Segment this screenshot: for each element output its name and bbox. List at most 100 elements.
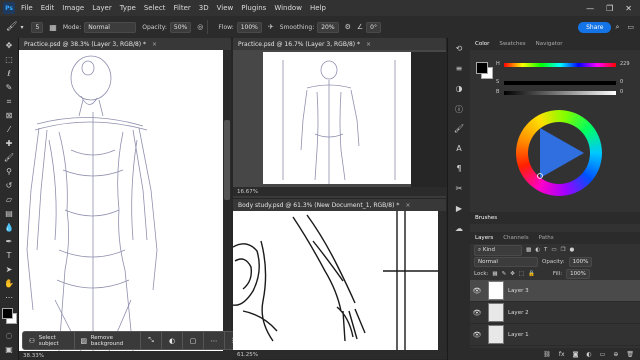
properties-panel-icon[interactable]: ≡ — [452, 64, 466, 78]
menu-image[interactable]: Image — [58, 4, 88, 12]
gradient-tool-icon[interactable]: ▤ — [2, 208, 16, 220]
lasso-tool-icon[interactable]: ℓ — [2, 68, 16, 80]
maximize-button[interactable]: ❐ — [606, 4, 613, 13]
search-icon[interactable]: ⌕ — [615, 23, 619, 32]
saturation-slider[interactable] — [504, 81, 616, 85]
tab-navigator[interactable]: Navigator — [531, 41, 568, 47]
adjustment-button[interactable]: ◐ — [162, 332, 183, 349]
frame-tool-icon[interactable]: ⊠ — [2, 110, 16, 122]
new-layer-icon[interactable]: ⊕ — [613, 351, 618, 358]
menu-view[interactable]: View — [213, 4, 238, 12]
layer-name[interactable]: Layer 2 — [508, 310, 529, 316]
healing-brush-tool-icon[interactable]: ✚ — [2, 138, 16, 150]
share-button[interactable]: Share — [578, 21, 612, 33]
adjustments-panel-icon[interactable]: ◑ — [452, 84, 466, 98]
zoom-level[interactable]: 16.67% — [237, 189, 258, 195]
menu-file[interactable]: File — [17, 4, 37, 12]
menu-window[interactable]: Window — [270, 4, 306, 12]
close-tab-icon[interactable]: × — [366, 41, 371, 48]
zoom-level[interactable]: 61.25% — [237, 352, 258, 358]
pressure-opacity-icon[interactable]: ◎ — [197, 23, 203, 31]
canvas-3[interactable] — [232, 211, 446, 351]
tab-color[interactable]: Color — [470, 41, 494, 47]
menu-plugins[interactable]: Plugins — [237, 4, 270, 12]
lock-artboard-icon[interactable]: ⬚ — [519, 271, 524, 277]
quick-mask-icon[interactable]: ◌ — [2, 330, 16, 342]
transform-button[interactable]: ⤡ — [141, 332, 162, 349]
canvas-1[interactable] — [19, 50, 231, 352]
visibility-eye-icon[interactable]: 👁 — [470, 287, 484, 295]
lock-all-icon[interactable]: 🔒 — [528, 271, 535, 277]
tab-layers[interactable]: Layers — [470, 235, 498, 241]
layer-opacity-input[interactable]: 100% — [568, 257, 593, 267]
document-tab[interactable]: Body study.psd @ 61.3% (New Document_1, … — [233, 199, 446, 211]
more-tools-icon[interactable]: ⋯ — [2, 292, 16, 304]
color-wheel[interactable] — [516, 110, 602, 196]
layer-name[interactable]: Layer 1 — [508, 332, 529, 338]
marquee-tool-icon[interactable]: ⬚ — [2, 54, 16, 66]
quick-select-tool-icon[interactable]: ✎ — [2, 82, 16, 94]
menu-3d[interactable]: 3D — [195, 4, 213, 12]
b-value[interactable]: 0 — [620, 89, 623, 95]
libraries-panel-icon[interactable]: ☁ — [452, 224, 466, 238]
close-tab-icon[interactable]: × — [152, 41, 157, 48]
layer-row[interactable]: 👁 Layer 2 — [470, 302, 640, 324]
menu-edit[interactable]: Edit — [37, 4, 59, 12]
hue-slider[interactable] — [504, 63, 616, 67]
history-brush-tool-icon[interactable]: ↺ — [2, 180, 16, 192]
tab-paths[interactable]: Paths — [534, 235, 559, 241]
info-panel-icon[interactable]: ⓘ — [452, 104, 466, 118]
move-tool-icon[interactable]: ✥ — [2, 40, 16, 52]
menu-type[interactable]: Type — [116, 4, 140, 12]
screen-mode-icon[interactable]: ▣ — [2, 344, 16, 356]
filter-smart-object-icon[interactable]: ❐ — [561, 247, 566, 253]
airbrush-icon[interactable]: ✈ — [268, 23, 274, 31]
crop-tool-icon[interactable]: ⌗ — [2, 96, 16, 108]
zoom-level[interactable]: 38.33% — [23, 353, 44, 359]
tab-swatches[interactable]: Swatches — [494, 41, 530, 47]
minimize-button[interactable]: — — [586, 4, 594, 13]
color-fg-swatch[interactable] — [476, 62, 488, 74]
select-subject-button[interactable]: ⚇ Select subject — [23, 332, 75, 349]
filter-kind-select[interactable]: ⌕ Kind — [474, 244, 522, 256]
color-triangle[interactable] — [516, 110, 602, 196]
brightness-slider[interactable] — [504, 91, 616, 95]
smoothing-input[interactable]: 20% — [317, 21, 339, 33]
eyedropper-tool-icon[interactable]: ⁄ — [2, 124, 16, 136]
menu-help[interactable]: Help — [306, 4, 330, 12]
flow-input[interactable]: 100% — [236, 21, 262, 33]
visibility-eye-icon[interactable]: 👁 — [470, 331, 484, 339]
layer-row[interactable]: 👁 Layer 3 — [470, 280, 640, 302]
brush-tool-icon[interactable]: 🖌 — [2, 152, 16, 164]
path-selection-tool-icon[interactable]: ➤ — [2, 264, 16, 276]
menu-layer[interactable]: Layer — [88, 4, 116, 12]
visibility-eye-icon[interactable]: 👁 — [470, 309, 484, 317]
filter-shape-icon[interactable]: ▭ — [551, 247, 556, 253]
close-tab-icon[interactable]: × — [405, 202, 410, 209]
foreground-color-swatch[interactable] — [2, 308, 13, 319]
paragraph-panel-icon[interactable]: ¶ — [452, 164, 466, 178]
layer-style-fx-button[interactable]: fx — [559, 351, 565, 358]
hand-tool-icon[interactable]: ✋ — [2, 278, 16, 290]
actions-panel-icon[interactable]: ▶ — [452, 204, 466, 218]
remove-background-button[interactable]: ▨ Remove background — [75, 332, 141, 349]
pen-tool-icon[interactable]: ✒ — [2, 236, 16, 248]
layer-name[interactable]: Layer 3 — [508, 288, 529, 294]
new-group-icon[interactable]: ▭ — [600, 351, 606, 358]
smoothing-settings-icon[interactable]: ⚙ — [345, 23, 351, 31]
mode-select[interactable]: Normal — [84, 21, 137, 33]
filter-toggle-icon[interactable]: ● — [570, 247, 575, 253]
filter-adjustment-icon[interactable]: ◐ — [535, 247, 540, 253]
filter-type-icon[interactable]: T — [544, 247, 547, 253]
workspace-icon[interactable]: ▭ — [627, 23, 634, 31]
h-value[interactable]: 229 — [620, 61, 630, 67]
tab-brushes[interactable]: Brushes — [470, 215, 502, 221]
fill-input[interactable]: 100% — [566, 269, 590, 279]
blur-tool-icon[interactable]: 💧 — [2, 222, 16, 234]
lock-pixels-icon[interactable]: ✎ — [502, 271, 507, 277]
type-tool-icon[interactable]: T — [2, 250, 16, 262]
add-mask-icon[interactable]: ◙ — [573, 351, 579, 358]
brush-settings-panel-icon[interactable]: 🖌 — [452, 124, 466, 138]
s-value[interactable]: 0 — [620, 79, 623, 85]
new-adjustment-icon[interactable]: ◐ — [586, 351, 591, 358]
